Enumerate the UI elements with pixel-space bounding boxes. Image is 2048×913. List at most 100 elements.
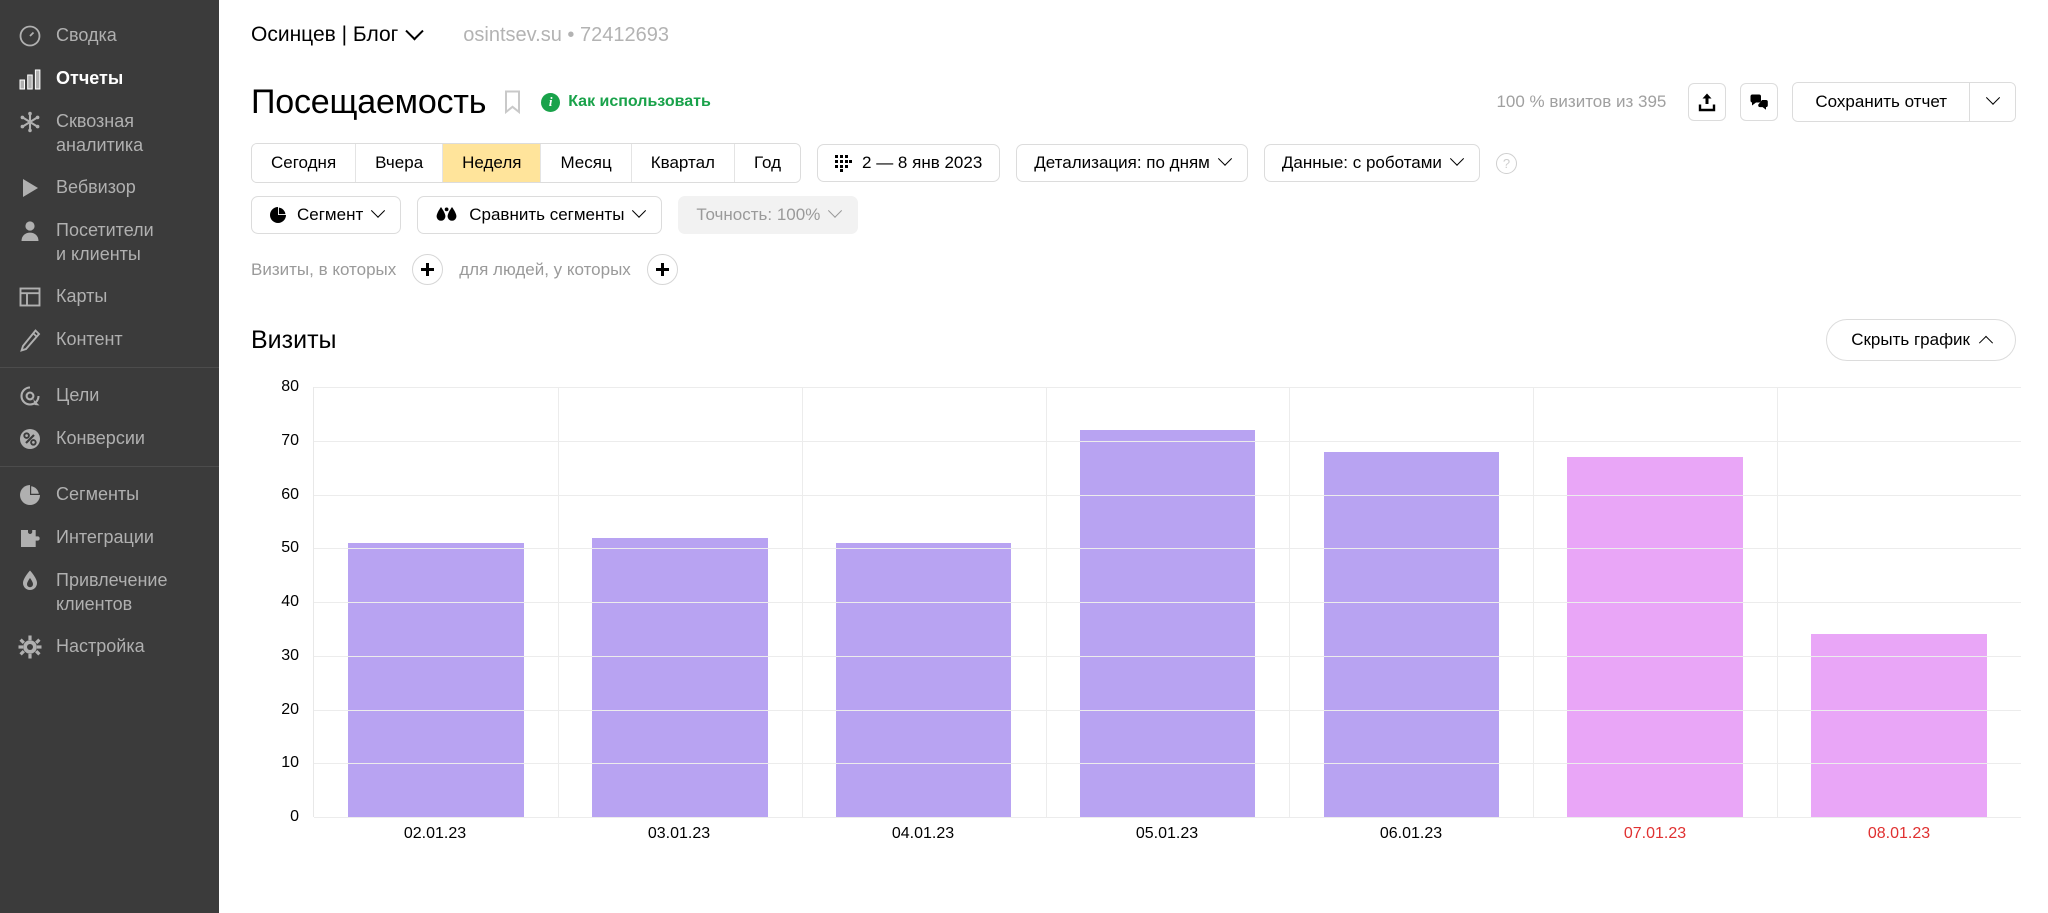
save-report-button[interactable]: Сохранить отчет [1793,83,1969,121]
chevron-down-icon [632,203,647,218]
compare-segments-dropdown[interactable]: Сравнить сегменты [417,196,663,234]
date-range-picker[interactable]: 2 — 8 янв 2023 [817,144,1001,182]
bar[interactable] [348,542,524,817]
gridline-horizontal [314,602,2021,603]
chart-header: Визиты Скрыть график [219,319,2048,361]
detail-level-dropdown[interactable]: Детализация: по дням [1016,144,1248,182]
sidebar-item-сводка[interactable]: Сводка [0,14,219,57]
period-tab-квартал[interactable]: Квартал [631,144,735,182]
help-icon[interactable]: ? [1495,152,1517,174]
compare-segments-label: Сравнить сегменты [469,205,625,224]
bar[interactable] [1079,430,1256,817]
chart-container: 80 70 60 50 40 30 20 10 0 02.01.23 03.01.23 04.01.… [219,378,2048,847]
how-to-use-label: Как использовать [568,93,711,110]
export-icon [1699,93,1716,112]
x-axis: 02.01.23 03.01.23 04.01.23 05.01.23 06.01.23… [313,825,2021,843]
conditions-row: Визиты, в которых для людей, у которых [219,254,2048,285]
segment-dropdown[interactable]: Сегмент [251,196,402,234]
period-filter-row: Сегодня Вчера Неделя Месяц Квартал Год 2 — 8 … [219,143,2048,183]
add-visit-condition-button[interactable] [412,254,444,285]
feedback-icon [1750,94,1769,110]
data-source-dropdown[interactable]: Данные: с роботами [1263,144,1480,182]
page-title: Посещаемость [251,82,487,121]
gridline-horizontal [314,548,2021,550]
sidebar-item-карты[interactable]: Карты [0,275,219,318]
period-tabs: Сегодня Вчера Неделя Месяц Квартал Год [251,143,802,183]
visits-bar-chart[interactable]: 80 70 60 50 40 30 20 10 0 02.01.23 03.01.23 04.01.… [251,378,2021,847]
sidebar-item-вебвизор[interactable]: Вебвизор [0,166,219,209]
gridline-horizontal [314,387,2021,388]
sidebar-item-label: Контент [56,329,123,349]
sidebar-item-label: Сводка [56,25,117,45]
sidebar-item-контент[interactable]: Контент [0,318,219,361]
period-tab-сегодня[interactable]: Сегодня [252,144,357,182]
sidebar-item-интеграции[interactable]: Интеграции [0,516,219,559]
app-root: Сводка Отчеты Сквозная аналитика Вебвизор По… [0,0,2048,913]
x-tick-label: 07.01.23 [1623,825,1687,842]
gridline-vertical [801,387,803,817]
sidebar-item-label: Вебвизор [56,177,136,197]
people-condition-label: для людей, у которых [459,259,631,279]
bar[interactable] [835,542,1012,817]
gridline-horizontal [314,817,2021,818]
period-tab-вчера[interactable]: Вчера [356,144,444,182]
sidebar-item-сквозная-аналитика[interactable]: Сквозная аналитика [0,100,219,166]
snowflake-icon [18,110,42,134]
sidebar-item-цели[interactable]: Цели [0,374,219,417]
chevron-down-icon [405,21,424,40]
date-range-label: 2 — 8 янв 2023 [862,153,983,172]
target-icon [18,384,42,408]
gridline-vertical [1289,387,1291,817]
sidebar-item-настройка[interactable]: Настройка [0,625,219,668]
feedback-button[interactable] [1740,83,1779,121]
accuracy-label: Точность: 100% [696,205,821,224]
chart-title: Визиты [251,325,337,354]
sidebar-item-привлечение-клиентов[interactable]: Привлечение клиентов [0,559,219,625]
chevron-down-icon [1449,151,1465,166]
period-tab-месяц[interactable]: Месяц [541,144,632,182]
calendar-icon [835,154,853,172]
export-button[interactable] [1688,83,1727,121]
period-tab-неделя[interactable]: Неделя [443,144,542,182]
sidebar: Сводка Отчеты Сквозная аналитика Вебвизор По… [0,0,219,913]
segment-label: Сегмент [297,205,364,224]
pencil-icon [18,328,42,352]
segment-filter-row: Сегмент Сравнить сегменты Точность: 100% [219,196,2048,234]
chevron-down-icon [1217,151,1232,166]
bar[interactable] [1811,634,1987,817]
sidebar-item-label: Сегменты [56,484,140,504]
sidebar-item-label: Карты [56,286,108,306]
gear-icon [18,635,42,659]
site-meta: osintsev.su • 72412693 [463,23,669,46]
y-tick-label: 10 [281,754,299,772]
gridline-horizontal [314,440,2021,442]
sidebar-item-посетители-и-клиенты[interactable]: Посетители и клиенты [0,209,219,275]
data-source-label: Данные: с роботами [1281,153,1442,172]
save-report-dropdown[interactable] [1969,83,2015,121]
y-tick-label: 0 [290,808,299,825]
hide-chart-button[interactable]: Скрыть график [1826,319,2016,361]
plot-area [313,387,2021,818]
sidebar-item-сегменты[interactable]: Сегменты [0,473,219,516]
sidebar-item-конверсии[interactable]: Конверсии [0,417,219,460]
layout-icon [18,285,42,309]
how-to-use-link[interactable]: i Как использовать [541,92,711,112]
bar[interactable] [592,537,768,817]
visits-count: 100 % визитов из 395 [1496,92,1667,111]
sidebar-item-отчеты[interactable]: Отчеты [0,57,219,100]
accuracy-dropdown[interactable]: Точность: 100% [678,196,859,234]
sidebar-group-1: Цели Конверсии [0,367,219,466]
puzzle-icon [18,526,42,550]
bar[interactable] [1323,451,1500,817]
x-tick-label: 06.01.23 [1379,825,1443,842]
sidebar-item-label: Конверсии [56,428,145,448]
bookmark-icon[interactable] [504,90,521,114]
sidebar-item-label: Интеграции [56,527,154,547]
y-tick-label: 80 [281,378,299,395]
period-tab-год[interactable]: Год [734,144,801,182]
gauge-icon [18,24,42,48]
add-people-condition-button[interactable] [646,254,678,285]
main-content: Осинцев | Блог osintsev.su • 72412693 По… [219,0,2048,913]
site-selector[interactable]: Осинцев | Блог [251,21,424,47]
title-row: Посещаемость i Как использовать 100 % ви… [219,74,2048,130]
